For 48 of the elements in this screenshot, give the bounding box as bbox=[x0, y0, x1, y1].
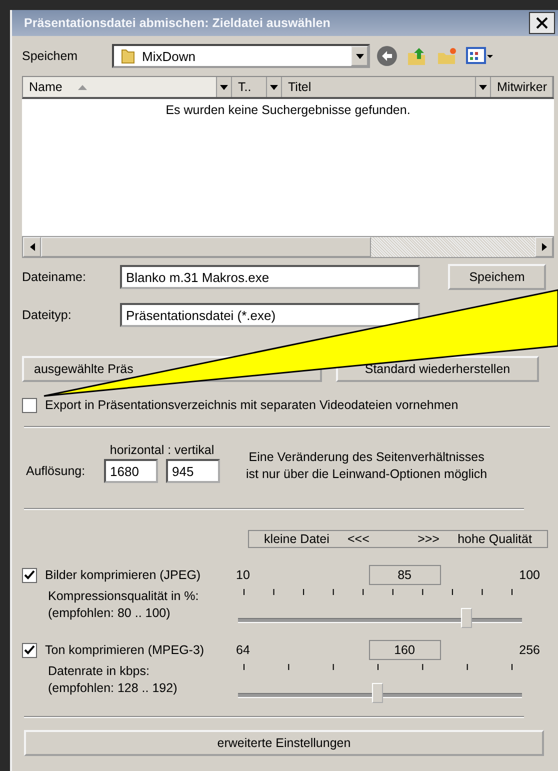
checkbox[interactable] bbox=[22, 398, 37, 412]
recommended-range: (empfohlen: 128 .. 192) bbox=[48, 680, 178, 697]
scroll-left-icon[interactable] bbox=[30, 243, 34, 251]
horizontal-scrollbar[interactable] bbox=[22, 236, 554, 258]
file-type-dropdown[interactable]: Präsentationsdatei (*.exe) bbox=[120, 303, 420, 327]
min-value: 64 bbox=[236, 643, 250, 657]
scale-label: hohe Qualität bbox=[458, 532, 532, 546]
checkbox-label: Bilder komprimieren (JPEG) bbox=[45, 568, 201, 582]
scale-arrows: <<< bbox=[347, 532, 370, 546]
scale-arrows: >>> bbox=[418, 532, 440, 546]
min-value: 10 bbox=[236, 568, 250, 582]
note-text: Eine Veränderung des Seitenverhältnisses bbox=[248, 449, 484, 466]
view-menu-icon[interactable] bbox=[466, 45, 494, 67]
checkbox[interactable] bbox=[22, 642, 37, 658]
save-button[interactable]: Speichem bbox=[448, 264, 546, 290]
note-text: ist nur über die Leinwand-Optionen möglich bbox=[246, 466, 488, 483]
file-name-field[interactable]: Blanko m.31 Makros.exe bbox=[120, 265, 420, 289]
slider-thumb[interactable] bbox=[372, 683, 383, 703]
max-value: 256 bbox=[519, 643, 540, 657]
scale-label: kleine Datei bbox=[264, 532, 330, 546]
slider-caption: Kompressionsqualität in %: bbox=[48, 588, 200, 605]
height-field[interactable]: 945 bbox=[166, 459, 220, 483]
folder-icon bbox=[120, 47, 136, 65]
window-title: Präsentationsdatei abmischen: Zieldatei auswählen bbox=[24, 16, 330, 30]
back-icon[interactable] bbox=[376, 45, 398, 67]
advanced-settings-button[interactable]: erweiterte Einstellungen bbox=[24, 730, 544, 756]
scroll-right-icon[interactable] bbox=[542, 243, 546, 251]
close-icon bbox=[536, 17, 548, 29]
column-header[interactable]: Name bbox=[23, 77, 217, 97]
checkbox[interactable] bbox=[22, 568, 37, 582]
resolution-label: Auflösung: bbox=[25, 463, 86, 478]
empty-message: Es wurden keine Suchergebnisse gefunden. bbox=[166, 103, 410, 117]
folder-dropdown[interactable]: MixDown bbox=[112, 44, 370, 68]
checkbox-label: Export in Präsentationsverzeichnis mit separaten Videodateien vornehmen bbox=[45, 398, 458, 412]
save-in-label: Speichem bbox=[22, 49, 79, 63]
value-display: 85 bbox=[368, 565, 441, 585]
close-button[interactable] bbox=[529, 12, 555, 34]
file-name-label: Dateiname: bbox=[22, 270, 87, 284]
resolution-header: horizontal : vertikal bbox=[110, 443, 214, 457]
sort-arrow-icon bbox=[78, 84, 88, 90]
max-value: 100 bbox=[519, 568, 540, 582]
width-field[interactable]: 1680 bbox=[104, 459, 158, 483]
file-type-label: Dateityp: bbox=[22, 308, 72, 322]
slider-caption: Datenrate in kbps: bbox=[48, 663, 150, 680]
recommended-range: (empfohlen: 80 .. 100) bbox=[48, 605, 172, 622]
value-display: 160 bbox=[368, 640, 441, 660]
checkbox-label: Ton komprimieren (MPEG-3) bbox=[45, 643, 204, 657]
slider-thumb[interactable] bbox=[461, 608, 472, 628]
